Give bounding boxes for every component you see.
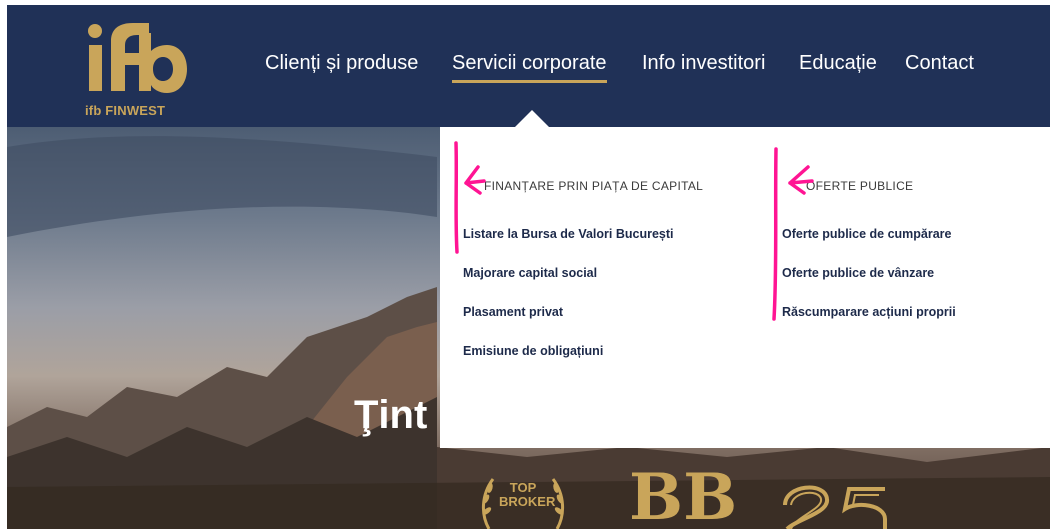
- annotation-arrow-left: [464, 165, 486, 195]
- ifb-logo-icon: [88, 23, 187, 93]
- top-broker-text: TOP BROKER: [499, 480, 556, 509]
- site-header: ifb FINWEST Clienți și produse Servicii …: [7, 5, 1050, 127]
- column-heading-finantare: FINANȚARE PRIN PIAȚA DE CAPITAL: [484, 179, 704, 193]
- link-oferte-vanzare[interactable]: Oferte publice de vânzare: [782, 266, 934, 280]
- link-listare-bvb[interactable]: Listare la Bursa de Valori București: [463, 227, 674, 241]
- link-oferte-cumparare[interactable]: Oferte publice de cumpărare: [782, 227, 952, 241]
- link-plasament-privat[interactable]: Plasament privat: [463, 305, 563, 319]
- anniversary-25-icon: [783, 485, 887, 529]
- page-frame: ifb FINWEST Clienți și produse Servicii …: [7, 5, 1050, 529]
- ifb-finwest-logo[interactable]: ifb FINWEST: [81, 17, 191, 118]
- annotation-line-left: [454, 141, 459, 254]
- top-broker-badge: TOP BROKER: [471, 471, 575, 529]
- anniversary-25-badge: [777, 475, 897, 529]
- logo-text: ifb FINWEST: [85, 103, 166, 118]
- nav-clienti-si-produse[interactable]: Clienți și produse: [265, 52, 418, 75]
- annotation-marks: [454, 141, 814, 321]
- annotation-line-right: [772, 147, 778, 321]
- dropdown-caret: [514, 110, 550, 128]
- hero-headline: Ţint: [354, 393, 428, 437]
- column-heading-oferte: OFERTE PUBLICE: [806, 179, 914, 193]
- nav-servicii-corporate[interactable]: Servicii corporate: [452, 52, 607, 83]
- link-rascumparare-actiuni[interactable]: Răscumparare acțiuni proprii: [782, 305, 956, 319]
- bb-badge: BB: [629, 460, 738, 529]
- nav-contact[interactable]: Contact: [905, 52, 974, 75]
- link-emisiune-obligatiuni[interactable]: Emisiune de obligațiuni: [463, 344, 603, 358]
- nav-info-investitori[interactable]: Info investitori: [642, 52, 765, 75]
- servicii-corporate-dropdown: FINANȚARE PRIN PIAȚA DE CAPITAL Listare …: [440, 127, 1050, 448]
- link-majorare-capital[interactable]: Majorare capital social: [463, 266, 597, 280]
- nav-educatie[interactable]: Educație: [799, 52, 877, 75]
